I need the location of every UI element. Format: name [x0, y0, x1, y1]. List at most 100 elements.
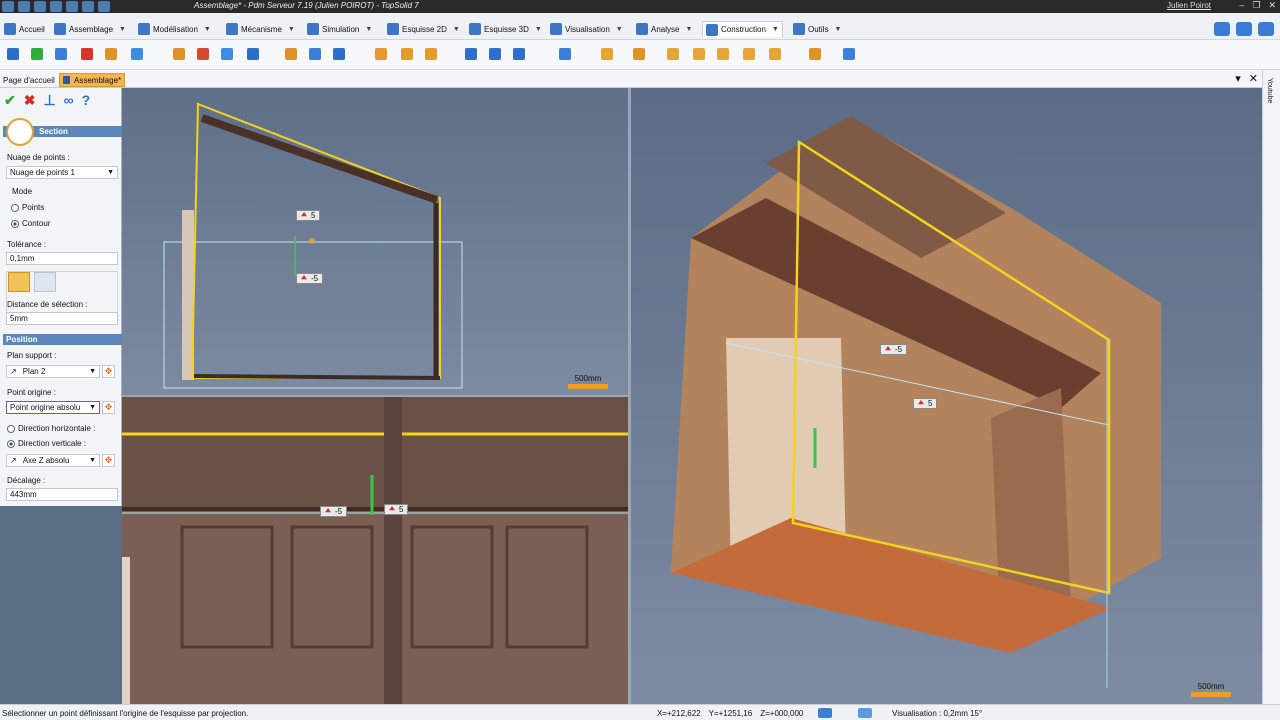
ribbon-tool-icon[interactable] — [630, 45, 648, 63]
youtube-tab[interactable]: Youtube — [1266, 78, 1273, 103]
pen-icon[interactable] — [82, 1, 94, 12]
dimension-badge[interactable]: -5 — [880, 344, 908, 355]
point-cloud-select[interactable]: Nuage de points 1 ▼ — [6, 166, 118, 179]
ribbon-tool-icon[interactable] — [664, 45, 682, 63]
search-icon[interactable] — [1236, 22, 1252, 36]
ribbon-tool-icon[interactable] — [766, 45, 784, 63]
selection-distance-input[interactable]: 5mm — [6, 312, 118, 325]
close-icon[interactable]: ✕ — [1249, 72, 1258, 85]
pin-icon[interactable]: ⊥ — [43, 92, 55, 109]
ribbon-tool-icon[interactable] — [28, 45, 46, 63]
validate-icon[interactable]: ✔ — [4, 92, 16, 109]
minimize-button[interactable]: – — [1239, 0, 1244, 11]
ribbon-tool-icon[interactable] — [598, 45, 616, 63]
direction-vertical-radio[interactable]: Direction verticale : — [7, 439, 86, 448]
ribbon-tool-icon[interactable] — [462, 45, 480, 63]
support-plane-select[interactable]: ↗ Plan 2 ▼ — [6, 365, 100, 378]
ribbon-tool-icon[interactable] — [52, 45, 70, 63]
origin-point-select[interactable]: Point origine absolu ▼ — [6, 401, 100, 414]
ribbon-tool-icon[interactable] — [128, 45, 146, 63]
save-icon[interactable] — [2, 1, 14, 12]
chevron-down-icon[interactable]: ▼ — [288, 26, 295, 33]
undo-icon[interactable] — [50, 1, 62, 12]
new-document-icon[interactable] — [18, 1, 30, 12]
ribbon-tool-icon[interactable] — [4, 45, 22, 63]
link-icon[interactable]: ∞ — [64, 92, 74, 109]
display-mode-icon[interactable] — [858, 708, 872, 718]
dimension-badge[interactable]: 5 — [296, 210, 321, 221]
redo-icon[interactable] — [66, 1, 78, 12]
pick-axis-button[interactable]: ✥ — [102, 454, 115, 467]
mode-points-radio[interactable]: Points — [11, 203, 44, 212]
ribbon-tool-icon[interactable] — [486, 45, 504, 63]
chevron-down-icon[interactable]: ▼ — [119, 26, 126, 33]
cancel-icon[interactable]: ✖ — [24, 92, 36, 109]
ribbon-tool-icon[interactable] — [372, 45, 390, 63]
tab-assemblage[interactable]: Assemblage ▼ — [54, 21, 126, 37]
tab-esquisse-2d[interactable]: Esquisse 2D ▼ — [387, 21, 460, 37]
tab-accueil[interactable]: Accueil — [4, 21, 45, 37]
filter-option-icon[interactable] — [34, 272, 56, 292]
help-icon[interactable] — [1258, 22, 1274, 36]
pick-plane-button[interactable]: ✥ — [102, 365, 115, 378]
ribbon-tool-icon[interactable] — [510, 45, 528, 63]
chevron-down-icon[interactable]: ▼ — [834, 26, 841, 33]
close-window-button[interactable]: ✕ — [1268, 0, 1276, 11]
offset-input[interactable]: 443mm — [6, 488, 118, 501]
ribbon-tool-icon[interactable] — [218, 45, 236, 63]
ribbon-tool-icon[interactable] — [806, 45, 824, 63]
tolerance-input[interactable]: 0,1mm — [6, 252, 118, 265]
tab-simulation[interactable]: Simulation ▼ — [307, 21, 372, 37]
viewport-splitter[interactable] — [122, 395, 628, 397]
snap-icon[interactable] — [818, 708, 832, 718]
ribbon-tool-icon[interactable] — [330, 45, 348, 63]
user-name-link[interactable]: Julien Poirot — [1167, 1, 1211, 10]
ribbon-tool-icon[interactable] — [690, 45, 708, 63]
maximize-button[interactable]: ❐ — [1252, 0, 1260, 11]
filter-option-icon[interactable] — [8, 272, 30, 292]
ribbon-tool-icon[interactable] — [398, 45, 416, 63]
viewport-front-view[interactable]: -5 5 — [122, 397, 628, 704]
chevron-down-icon[interactable]: ▼ — [453, 26, 460, 33]
dimension-badge[interactable]: -5 — [320, 506, 348, 517]
chevron-down-icon[interactable]: ▼ — [365, 26, 372, 33]
ribbon-tool-icon[interactable] — [740, 45, 758, 63]
pick-origin-button[interactable]: ✥ — [102, 401, 115, 414]
tab-analyse[interactable]: Analyse ▼ — [636, 21, 692, 37]
direction-horizontal-radio[interactable]: Direction horizontale : — [7, 424, 95, 433]
ribbon-tool-icon[interactable] — [306, 45, 324, 63]
ribbon-tool-icon[interactable] — [78, 45, 96, 63]
ribbon-tool-icon[interactable] — [102, 45, 120, 63]
chevron-down-icon[interactable]: ▼ — [616, 26, 623, 33]
dimension-badge[interactable]: 5 — [384, 504, 409, 515]
tab-mecanisme[interactable]: Mécanisme ▼ — [226, 21, 295, 37]
tab-outils[interactable]: Outils ▼ — [793, 21, 841, 37]
tab-visualisation[interactable]: Visualisation ▼ — [550, 21, 623, 37]
viewport-3d-view[interactable]: -5 5 500mm — [631, 88, 1262, 704]
help-icon[interactable]: ? — [82, 92, 91, 109]
visualisation-status[interactable]: Visualisation : 0,2mm 15° — [892, 709, 982, 718]
ribbon-tool-icon[interactable] — [422, 45, 440, 63]
viewport-splitter[interactable] — [628, 88, 631, 704]
dimension-badge[interactable]: 5 — [913, 398, 938, 409]
viewport-top-view[interactable]: 5 -5 500mm — [122, 88, 628, 395]
ribbon-tool-icon[interactable] — [282, 45, 300, 63]
dimension-badge[interactable]: -5 — [296, 273, 324, 284]
chevron-down-icon[interactable]: ▼ — [535, 26, 542, 33]
doc-tab-assembly[interactable]: Assemblage* — [59, 73, 126, 87]
chevron-down-icon[interactable]: ▼ — [685, 26, 692, 33]
doc-tab-home[interactable]: Page d'accueil — [0, 73, 58, 87]
ribbon-tool-icon[interactable] — [556, 45, 574, 63]
tab-modelisation[interactable]: Modélisation ▼ — [138, 21, 211, 37]
mode-contour-radio[interactable]: Contour — [11, 219, 50, 228]
ribbon-tool-icon[interactable] — [170, 45, 188, 63]
chevron-down-icon[interactable]: ▼ — [772, 26, 779, 33]
chevron-down-icon[interactable]: ▼ — [204, 26, 211, 33]
axis-select[interactable]: ↗ Axe Z absolu ▼ — [6, 454, 100, 467]
tab-construction[interactable]: Construction ▼ — [702, 21, 783, 37]
refresh-icon[interactable] — [98, 1, 110, 12]
ribbon-tool-icon[interactable] — [194, 45, 212, 63]
chevron-down-icon[interactable]: ▾ — [1235, 72, 1241, 85]
settings-icon[interactable] — [1214, 22, 1230, 36]
ribbon-tool-icon[interactable] — [840, 45, 858, 63]
